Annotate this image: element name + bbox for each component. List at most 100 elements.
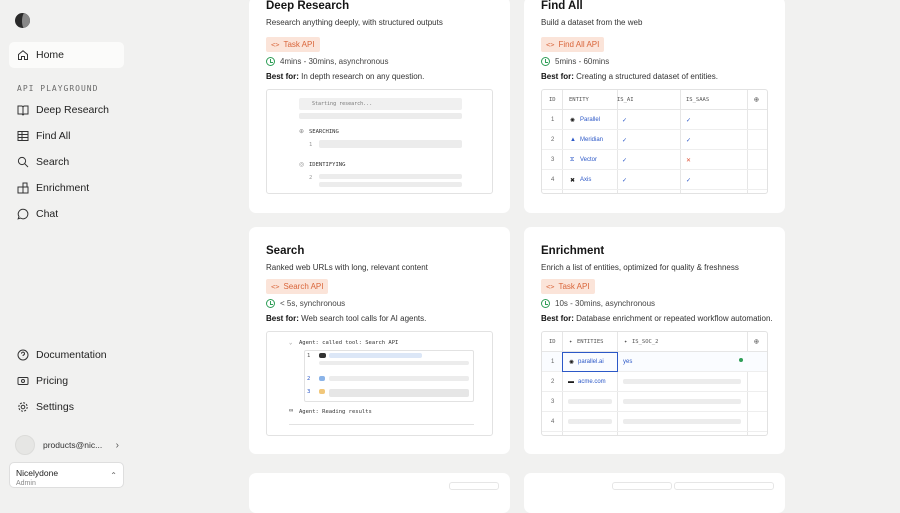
timing-label: < 5s, synchronous bbox=[280, 299, 346, 308]
entity-logo-icon: ▲ bbox=[570, 137, 576, 143]
cell-value: yes bbox=[623, 359, 633, 365]
sidebar-item-label: Search bbox=[36, 156, 70, 168]
sidebar-item-label: Pricing bbox=[36, 375, 69, 387]
sidebar-item-settings[interactable]: Settings bbox=[9, 394, 124, 420]
cell-id: 2 bbox=[551, 137, 555, 143]
card-search[interactable]: Search Ranked web URLs with long, releva… bbox=[249, 227, 510, 454]
api-badge-label: Task API bbox=[283, 40, 315, 49]
user-email: products@nic... bbox=[43, 440, 103, 450]
preview-enrichment: ID ✦ ENTITIES ✦ IS_SOC_2 ⊕ 1 ✺ parallel.… bbox=[541, 331, 768, 436]
table-row: 4 ✖ Axis ✓ ✓ bbox=[542, 170, 767, 190]
section-label: API PLAYGROUND bbox=[17, 84, 99, 93]
cell-id: 4 bbox=[551, 419, 555, 425]
timing-label: 4mins - 30mins, asynchronous bbox=[280, 57, 389, 66]
card-deep-research[interactable]: Deep Research Research anything deeply, … bbox=[249, 0, 510, 213]
sidebar-item-deep-research[interactable]: Deep Research bbox=[9, 97, 124, 123]
best-for-label: Best for: bbox=[541, 314, 574, 323]
best-for: Best for: In depth research on any quest… bbox=[266, 72, 424, 81]
cell-is-saas: ✓ bbox=[686, 118, 692, 124]
status-dot bbox=[739, 358, 743, 362]
add-column-icon[interactable]: ⊕ bbox=[754, 95, 759, 104]
add-column-icon[interactable]: ⊕ bbox=[754, 337, 759, 346]
cell-id: 4 bbox=[551, 177, 555, 183]
chevron-right-icon: › bbox=[115, 439, 119, 451]
best-for-text: Creating a structured dataset of entitie… bbox=[573, 72, 718, 81]
timing-label: 10s - 30mins, asynchronous bbox=[555, 299, 656, 308]
timing: 4mins - 30mins, asynchronous bbox=[266, 57, 389, 66]
sidebar-item-label: Chat bbox=[36, 208, 59, 220]
table-icon bbox=[17, 131, 29, 141]
best-for: Best for: Database enrichment or repeate… bbox=[541, 314, 773, 323]
table-row: 4 bbox=[542, 412, 767, 432]
cell-entity: acme.com bbox=[578, 379, 606, 385]
card-enrichment[interactable]: Enrichment Enrich a list of entities, op… bbox=[524, 227, 785, 454]
sidebar-item-label: Settings bbox=[36, 401, 74, 413]
sidebar-item-label: Deep Research bbox=[36, 104, 109, 116]
result-3-index: 3 bbox=[307, 389, 311, 395]
code-icon: <> bbox=[546, 282, 555, 291]
sparkle-icon: ✦ bbox=[624, 339, 628, 345]
code-icon: <> bbox=[546, 40, 555, 49]
card-partial-1[interactable] bbox=[249, 473, 510, 513]
table-row: 2 ▲ Meridian ✓ ✓ bbox=[542, 130, 767, 150]
cell-id: 1 bbox=[551, 117, 555, 123]
sidebar-item-enrichment[interactable]: Enrichment bbox=[9, 175, 124, 201]
org-switcher[interactable]: Nicelydone Admin ⌃ bbox=[9, 462, 124, 488]
table-header: ID ✦ ENTITIES ✦ IS_SOC_2 ⊕ bbox=[542, 332, 767, 352]
sidebar-item-documentation[interactable]: Documentation bbox=[9, 342, 124, 368]
sidebar: Home API PLAYGROUND Deep Research Find A… bbox=[0, 0, 134, 488]
card-description: Build a dataset from the web bbox=[541, 18, 643, 27]
table-row: 2 ▬ acme.com bbox=[542, 372, 767, 392]
user-menu[interactable]: products@nic... › bbox=[15, 434, 125, 456]
gear-icon bbox=[18, 402, 28, 412]
timing: < 5s, synchronous bbox=[266, 299, 345, 308]
clock-icon bbox=[541, 57, 550, 66]
timing-label: 5mins - 60mins bbox=[555, 57, 610, 66]
cell-id: 3 bbox=[551, 157, 555, 163]
code-icon: <> bbox=[271, 282, 280, 291]
entity-logo-icon: ✖ bbox=[570, 178, 576, 184]
chevron-updown-icon: ⌃ bbox=[110, 471, 117, 480]
logo[interactable] bbox=[15, 13, 30, 28]
sidebar-item-search[interactable]: Search bbox=[9, 149, 124, 175]
clock-icon bbox=[541, 299, 550, 308]
col-is-ai: IS_AI bbox=[617, 97, 634, 103]
api-badge: <> Find All API bbox=[541, 37, 605, 52]
card-find-all[interactable]: Find All Build a dataset from the web <>… bbox=[524, 0, 785, 213]
code-icon: <> bbox=[271, 40, 280, 49]
entity-logo-icon: ▬ bbox=[568, 379, 574, 385]
entity-logo-icon: ⧖ bbox=[570, 157, 575, 163]
cell-is-ai: ✓ bbox=[622, 138, 628, 144]
card-title: Enrichment bbox=[541, 245, 605, 257]
col-id: ID bbox=[549, 97, 556, 103]
col-is-soc-2: IS_SOC_2 bbox=[632, 339, 659, 345]
cell-is-saas: ✓ bbox=[686, 178, 692, 184]
sidebar-item-chat[interactable]: Chat bbox=[9, 201, 124, 227]
card-title: Find All bbox=[541, 0, 583, 12]
cell-is-saas: ✓ bbox=[686, 138, 692, 144]
card-title: Deep Research bbox=[266, 0, 350, 12]
result-2-index: 2 bbox=[307, 376, 311, 382]
timing: 5mins - 60mins bbox=[541, 57, 609, 66]
clock-icon bbox=[266, 57, 275, 66]
best-for-label: Best for: bbox=[541, 72, 574, 81]
card-title: Search bbox=[266, 245, 305, 257]
preview-starting: Starting research... bbox=[312, 101, 373, 107]
cell-entity: Axis bbox=[580, 177, 592, 183]
preview-step-1: 1 bbox=[309, 142, 313, 148]
enrichment-icon bbox=[17, 182, 29, 194]
api-badge-label: Task API bbox=[558, 282, 590, 291]
preview-searching: SEARCHING bbox=[309, 129, 339, 135]
preview-search: ⌄ Agent: called tool: Search API 1 2 3 ∞… bbox=[266, 331, 493, 436]
preview-find-all: ID ENTITY IS_AI IS_SAAS ⊕ 1 ✺ Parallel ✓… bbox=[541, 89, 768, 194]
globe-icon: ⊕ bbox=[299, 129, 305, 135]
sidebar-item-home[interactable]: Home bbox=[9, 42, 124, 68]
cell-id: 3 bbox=[551, 399, 555, 405]
sidebar-item-pricing[interactable]: Pricing bbox=[9, 368, 124, 394]
sidebar-item-find-all[interactable]: Find All bbox=[9, 123, 124, 149]
sidebar-item-label: Documentation bbox=[36, 349, 107, 361]
sidebar-item-label: Enrichment bbox=[36, 182, 90, 194]
table-row: 1 ✺ Parallel ✓ ✓ bbox=[542, 110, 767, 130]
table-header: ID ENTITY IS_AI IS_SAAS ⊕ bbox=[542, 90, 767, 110]
card-partial-2[interactable] bbox=[524, 473, 785, 513]
